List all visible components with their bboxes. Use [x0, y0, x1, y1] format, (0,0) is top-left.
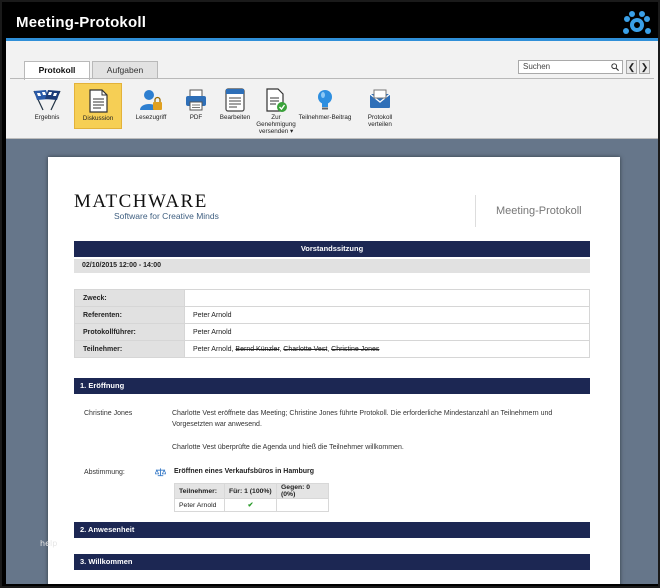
- toolbar-label: verteilen: [368, 121, 392, 128]
- chevron-down-icon[interactable]: ▾: [290, 128, 293, 135]
- table-row: Zweck:: [74, 289, 590, 307]
- info-key: Referenten:: [74, 306, 185, 324]
- section-speaker: Christine Jones: [84, 410, 133, 417]
- section-header: 1. Eröffnung: [74, 378, 590, 394]
- column-header: Teilnehmer:: [174, 483, 225, 499]
- meeting-title-bar: Vorstandssitzung: [74, 241, 590, 257]
- column-header: Gegen: 0 (0%): [276, 483, 329, 499]
- window-title: Meeting-Protokoll: [16, 14, 147, 31]
- meeting-datetime: 02/10/2015 12:00 - 14:00: [74, 259, 590, 273]
- attendee-absent: Bernd Künzler: [235, 345, 280, 353]
- vote-title: Eröffnen eines Verkaufsbüros in Hamburg: [174, 468, 315, 475]
- flags-icon: [33, 90, 61, 111]
- edit-doc-icon: [225, 88, 245, 112]
- toolbar-diskussion-button[interactable]: Diskussion: [74, 83, 122, 129]
- app-window: Meeting-Protokoll Protokoll Aufgaben Suc…: [0, 0, 660, 588]
- toolbar-protokoll-verteilen-button[interactable]: Protokoll verteilen: [360, 83, 400, 129]
- section-paragraph: Charlotte Vest überprüfte die Agenda und…: [172, 444, 404, 451]
- toolbar-genehmigung-button[interactable]: Zur Genehmigung versenden ▾: [254, 83, 298, 135]
- toolbar-lesezugriff-button[interactable]: Lesezugriff: [130, 83, 172, 129]
- vote-against: [276, 498, 329, 512]
- attendee-present: Peter Arnold,: [193, 345, 234, 353]
- attendee-absent: Christine Jones: [331, 345, 380, 353]
- toolbar-pdf-button[interactable]: PDF: [180, 83, 212, 129]
- attendee-absent: Charlotte Vest: [283, 345, 328, 353]
- search-next-button[interactable]: ❯: [639, 60, 650, 74]
- toolbar-teilnehmer-beitrag-button[interactable]: Teilnehmer-Beitrag: [296, 83, 354, 129]
- paragraph-line: Vorgesetzten war anwesend.: [172, 421, 262, 428]
- info-key: Teilnehmer:: [74, 340, 185, 358]
- info-value: Peter Arnold: [184, 306, 590, 324]
- scale-icon: [155, 468, 166, 477]
- brand-tagline: Software for Creative Minds: [114, 211, 219, 221]
- toolbar-label: PDF: [189, 114, 203, 121]
- approval-icon: [266, 88, 287, 112]
- vote-table: Teilnehmer: Für: 1 (100%) Gegen: 0 (0%) …: [174, 483, 329, 512]
- table-row: Referenten: Peter Arnold: [74, 306, 590, 324]
- toolbar-label: Lesezugriff: [135, 114, 167, 121]
- section-header: 3. Willkommen: [74, 554, 590, 570]
- section-paragraph: Charlotte Vest eröffnete das Meeting; Ch…: [172, 408, 592, 430]
- toolbar-label: Protokoll: [367, 114, 393, 121]
- toolbar-bearbeiten-button[interactable]: Bearbeiten: [216, 83, 254, 129]
- check-icon: ✔: [224, 498, 277, 512]
- table-header-row: Teilnehmer: Für: 1 (100%) Gegen: 0 (0%): [174, 483, 329, 499]
- document-title: Meeting-Protokoll: [496, 205, 582, 217]
- info-value: [184, 289, 590, 307]
- vote-label: Abstimmung:: [84, 469, 125, 476]
- toolbar-label: Diskussion: [82, 115, 114, 122]
- toolbar-label: Zur: [271, 114, 281, 121]
- info-key: Zweck:: [74, 289, 185, 307]
- header-divider: [475, 195, 476, 227]
- toolbar: Ergebnis Diskussion Lesezugriff PDF Bear…: [6, 83, 658, 139]
- toolbar-label: Teilnehmer-Beitrag: [298, 114, 352, 121]
- toolbar-label: versenden ▾: [258, 128, 294, 135]
- tab-divider: [10, 78, 654, 79]
- info-value: Peter Arnold, Bernd Künzler, Charlotte V…: [184, 340, 590, 358]
- document-icon: [89, 89, 108, 113]
- meeting-info-table: Zweck: Referenten: Peter Arnold Protokol…: [74, 289, 590, 358]
- help-link[interactable]: help: [40, 539, 57, 548]
- search-placeholder: Suchen: [523, 62, 551, 71]
- info-key: Protokollführer:: [74, 323, 185, 341]
- document-viewport[interactable]: MATCHWARE Software for Creative Minds Me…: [6, 139, 658, 584]
- document-page: MATCHWARE Software for Creative Minds Me…: [48, 157, 620, 584]
- toolbar-ergebnis-button[interactable]: Ergebnis: [26, 83, 68, 129]
- app-logo-icon: [623, 11, 651, 34]
- toolbar-label: Bearbeiten: [219, 114, 251, 121]
- search-prev-button[interactable]: ❮: [626, 60, 637, 74]
- table-row: Teilnehmer: Peter Arnold, Bernd Künzler,…: [74, 340, 590, 358]
- info-value: Peter Arnold: [184, 323, 590, 341]
- title-bar: Meeting-Protokoll: [6, 6, 658, 38]
- printer-icon: [186, 89, 206, 111]
- brand-logo: MATCHWARE Software for Creative Minds: [74, 191, 219, 221]
- vote-participant: Peter Arnold: [174, 498, 225, 512]
- search-icon[interactable]: [611, 63, 619, 71]
- search-input[interactable]: Suchen: [518, 60, 623, 74]
- brand-name: MATCHWARE: [74, 191, 208, 212]
- tab-aufgaben[interactable]: Aufgaben: [92, 61, 158, 79]
- section-header: 2. Anwesenheit: [74, 522, 590, 538]
- table-row: Peter Arnold ✔: [174, 498, 329, 512]
- toolbar-label: Ergebnis: [34, 114, 60, 121]
- toolbar-label: Genehmigung: [256, 121, 296, 128]
- column-header: Für: 1 (100%): [224, 483, 277, 499]
- ribbon: Protokoll Aufgaben Suchen ❮ ❯ Ergebnis D…: [6, 41, 658, 139]
- lightbulb-icon: [318, 90, 332, 110]
- paragraph-line: Charlotte Vest eröffnete das Meeting; Ch…: [172, 410, 553, 417]
- user-lock-icon: [140, 90, 162, 110]
- mail-icon: [369, 89, 391, 108]
- table-row: Protokollführer: Peter Arnold: [74, 323, 590, 341]
